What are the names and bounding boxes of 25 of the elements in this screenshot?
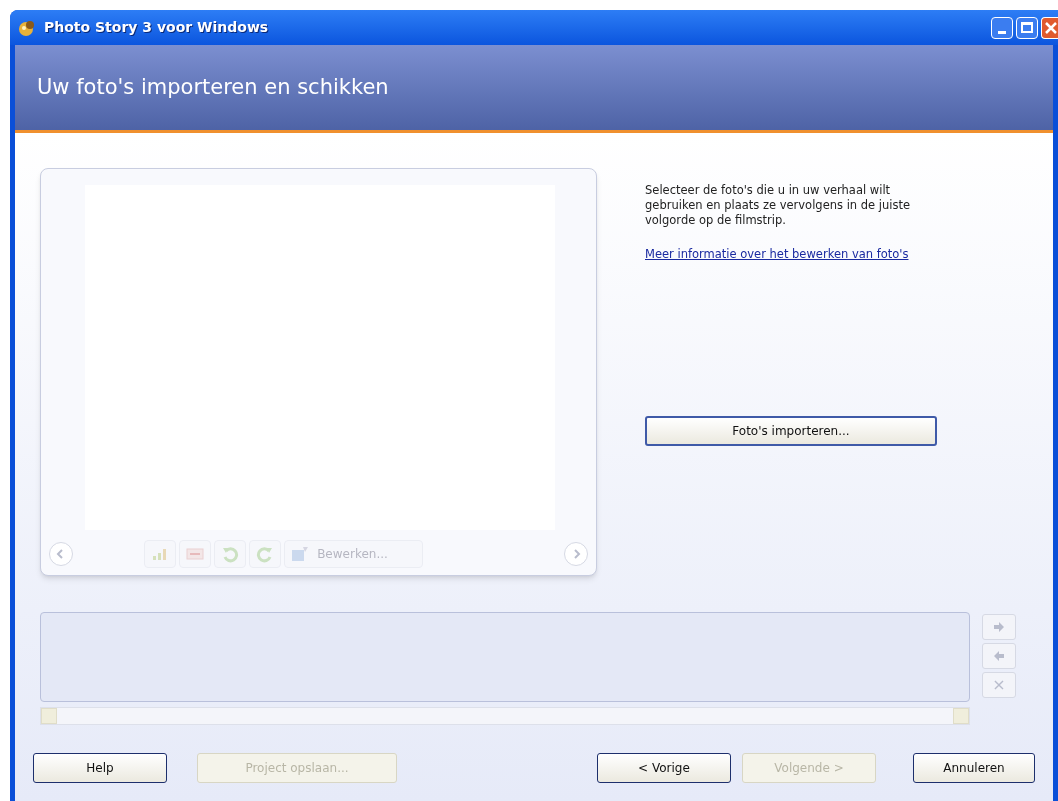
maximize-button[interactable] bbox=[1016, 16, 1038, 39]
scroll-right-button[interactable] bbox=[953, 708, 969, 724]
minimize-button[interactable] bbox=[991, 16, 1013, 39]
arrow-icon bbox=[993, 622, 1005, 632]
eye-icon bbox=[186, 547, 205, 561]
import-photos-button[interactable]: Foto's importeren... bbox=[645, 416, 937, 447]
page-title: Uw foto's importeren en schikken bbox=[37, 73, 389, 101]
window-title: Photo Story 3 voor Windows bbox=[44, 18, 269, 37]
previous-photo-button[interactable] bbox=[49, 542, 73, 566]
app-icon bbox=[18, 18, 36, 37]
chevron-right-icon bbox=[571, 549, 581, 559]
rotate-left-icon bbox=[221, 545, 240, 563]
dialog-button[interactable]: Annuleren bbox=[913, 753, 1035, 783]
instructions-text: Selecteer de foto's die u in uw verhaal wilt gebruiken en plaats ze vervolgens in de juiste volgorde op de filmstrip. bbox=[645, 183, 912, 228]
help-link[interactable]: Meer informatie over het bewerken van foto's bbox=[645, 246, 909, 264]
rotate-right-icon bbox=[256, 545, 275, 563]
scroll-left-button[interactable] bbox=[41, 708, 57, 724]
horizontal-scrollbar[interactable] bbox=[40, 707, 970, 725]
picture-edit-icon bbox=[291, 546, 310, 562]
chevron-left-icon bbox=[56, 549, 66, 559]
arrow-icon bbox=[993, 651, 1005, 661]
close-button[interactable] bbox=[1041, 16, 1058, 39]
dialog-button[interactable]: < Vorige bbox=[597, 753, 731, 783]
dialog-button[interactable]: Help bbox=[33, 753, 167, 783]
next-photo-button[interactable] bbox=[564, 542, 588, 566]
